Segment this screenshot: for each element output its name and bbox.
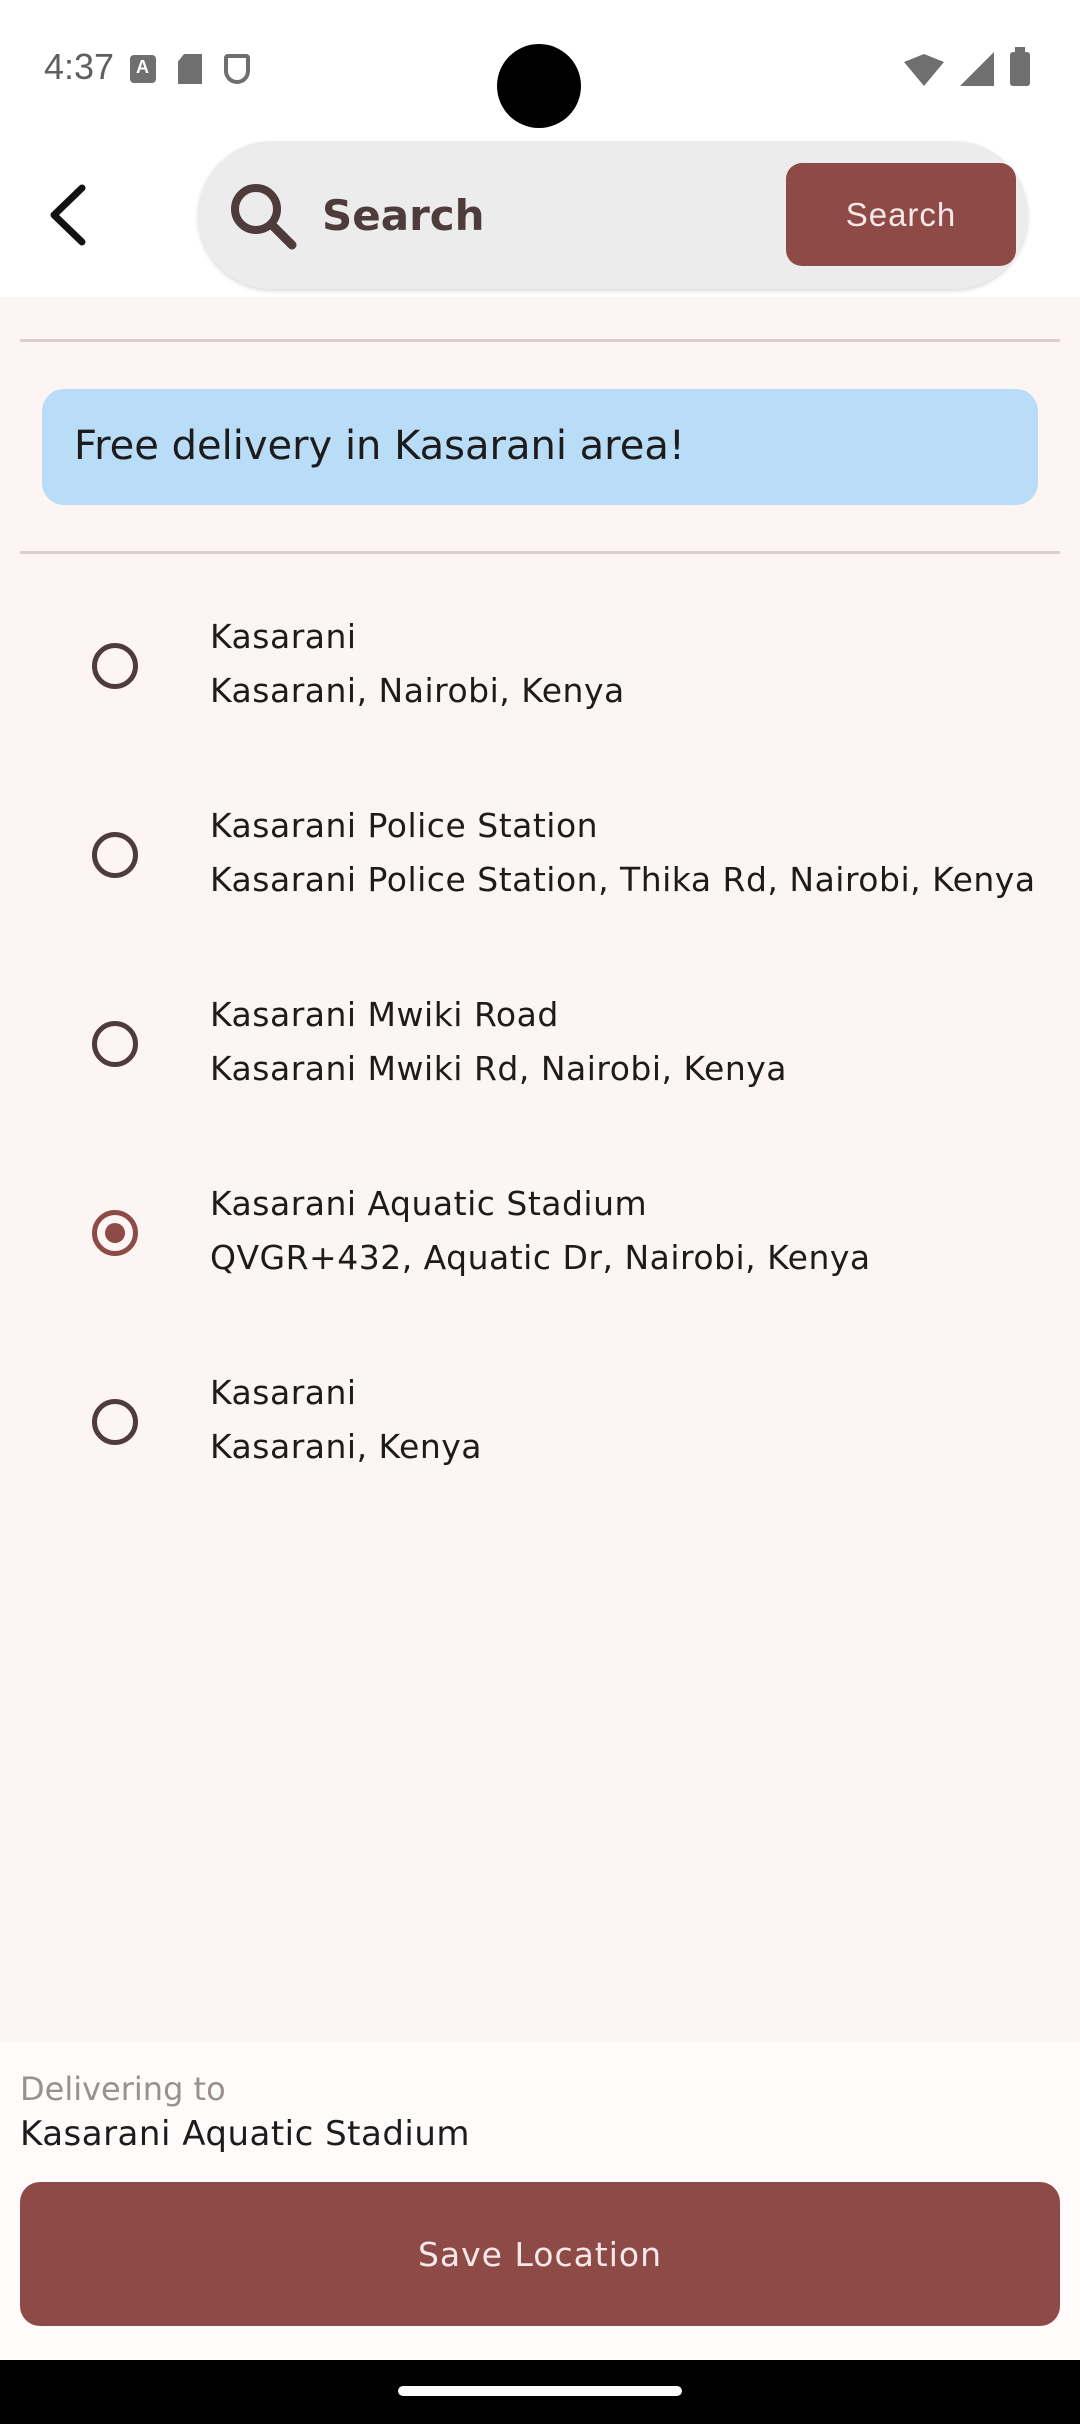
status-icons-right <box>904 47 1030 86</box>
status-time: 4:37 <box>44 46 115 87</box>
location-option-address: Kasarani, Kenya <box>210 1427 483 1466</box>
search-icon <box>231 184 297 250</box>
wifi-icon <box>904 54 944 86</box>
location-option-title: Kasarani <box>210 1373 357 1412</box>
promo-banner: Free delivery in Kasarani area! <box>42 389 1038 505</box>
radio-button[interactable] <box>92 643 138 689</box>
shield-icon <box>224 54 250 84</box>
search-bar: Search <box>198 141 1028 289</box>
location-option-address: QVGR+432, Aquatic Dr, Nairobi, Kenya <box>210 1238 871 1277</box>
status-bar: 4:37 <box>0 0 1080 140</box>
location-option[interactable]: Kasarani Police Station Kasarani Police … <box>0 790 1080 940</box>
radio-button-selected[interactable] <box>92 1210 138 1256</box>
promo-banner-text: Free delivery in Kasarani area! <box>74 423 685 469</box>
battery-icon <box>1010 47 1030 86</box>
radio-button[interactable] <box>92 832 138 878</box>
location-option[interactable]: Kasarani Mwiki Road Kasarani Mwiki Rd, N… <box>0 979 1080 1129</box>
home-indicator[interactable] <box>398 2386 682 2396</box>
divider-bottom <box>20 551 1060 554</box>
main-content: Free delivery in Kasarani area! Kasarani… <box>0 297 1080 2042</box>
location-option-address: Kasarani, Nairobi, Kenya <box>210 671 625 710</box>
location-option-address: Kasarani Mwiki Rd, Nairobi, Kenya <box>210 1049 787 1088</box>
back-arrow-icon <box>50 184 86 246</box>
location-option-title: Kasarani Police Station <box>210 806 599 845</box>
search-button[interactable]: Search <box>786 163 1016 266</box>
delivering-to-label: Delivering to <box>20 2070 226 2108</box>
camera-cutout <box>497 44 581 128</box>
location-option-title: Kasarani Aquatic Stadium <box>210 1184 648 1223</box>
search-input[interactable] <box>322 177 762 253</box>
navigation-bar <box>0 2360 1080 2424</box>
radio-button[interactable] <box>92 1399 138 1445</box>
divider-top <box>20 339 1060 342</box>
back-button[interactable] <box>40 180 100 250</box>
sd-card-icon <box>178 54 202 84</box>
location-option-address: Kasarani Police Station, Thika Rd, Nairo… <box>210 860 1036 899</box>
save-location-button[interactable]: Save Location <box>20 2182 1060 2326</box>
delivery-footer: Delivering to Kasarani Aquatic Stadium S… <box>0 2042 1080 2360</box>
cell-signal-icon <box>960 52 994 86</box>
radio-button[interactable] <box>92 1021 138 1067</box>
location-option-title: Kasarani <box>210 617 357 656</box>
text-notification-icon <box>130 55 156 83</box>
location-option[interactable]: Kasarani Kasarani, Nairobi, Kenya <box>0 601 1080 751</box>
location-option[interactable]: Kasarani Aquatic Stadium QVGR+432, Aquat… <box>0 1168 1080 1318</box>
delivering-to-value: Kasarani Aquatic Stadium <box>20 2114 471 2154</box>
status-icons-left <box>130 54 250 84</box>
location-option-title: Kasarani Mwiki Road <box>210 995 559 1034</box>
location-option[interactable]: Kasarani Kasarani, Kenya <box>0 1357 1080 1507</box>
